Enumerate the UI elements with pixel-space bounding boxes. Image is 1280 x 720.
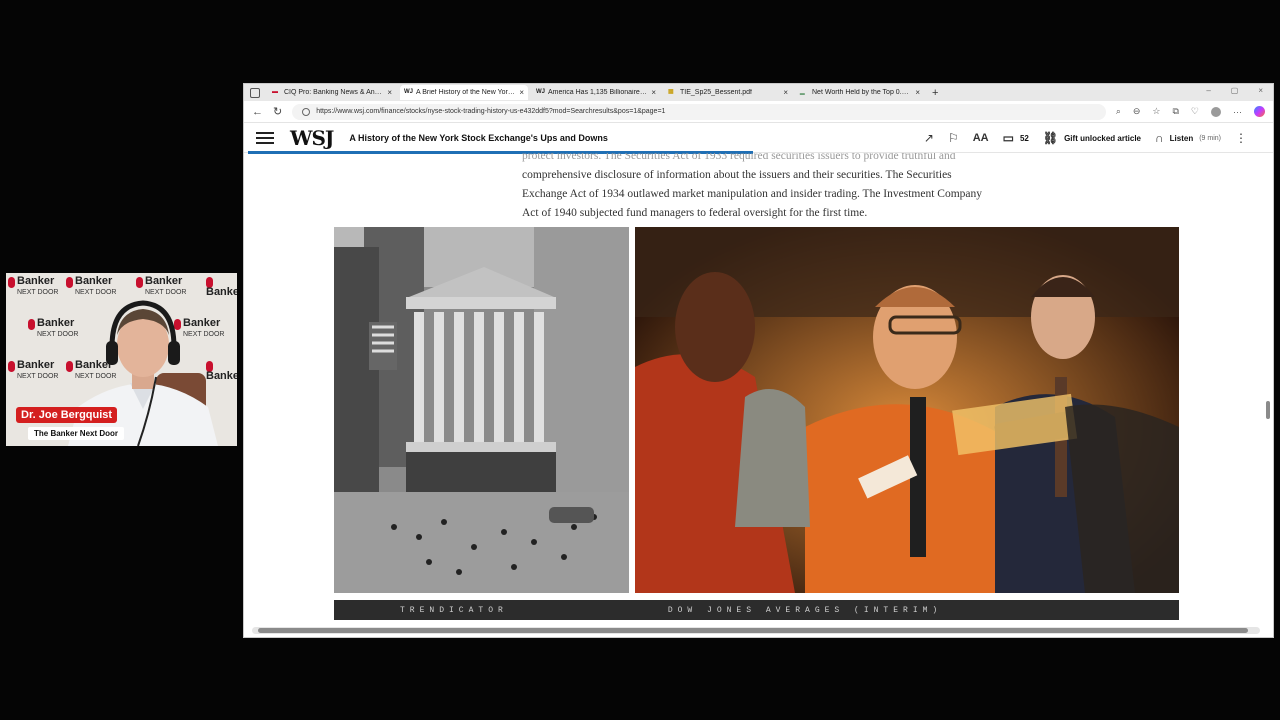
- wsj-favicon-icon: WJ: [404, 89, 413, 95]
- menu-hamburger-icon[interactable]: [256, 131, 274, 144]
- tab-wsj-billionaires[interactable]: WJ America Has 1,135 Billionaires. H ×: [532, 85, 660, 100]
- zoom-icon[interactable]: ⌕: [1116, 106, 1121, 117]
- vertical-scrollbar-thumb[interactable]: [1266, 401, 1270, 419]
- ciq-favicon-icon: ▬: [272, 89, 278, 95]
- headphones-icon: ∩: [1154, 131, 1164, 145]
- tab-title: Net Worth Held by the Top 0.1%: [812, 89, 912, 96]
- paragraph-text: comprehensive disclosure of information …: [522, 169, 982, 219]
- tab-ciq-pro[interactable]: ▬ CIQ Pro: Banking News & Analysis ×: [268, 85, 396, 100]
- tab-bessent-pdf[interactable]: ▦ TIE_Sp25_Bessent.pdf ×: [664, 85, 792, 100]
- more-options-icon[interactable]: ⋮: [1235, 131, 1247, 145]
- tab-wsj-nyse-history[interactable]: WJ A Brief History of the New York Stock…: [400, 85, 528, 100]
- article-actions: ↗ ⚐ AA ▭ 52 ⛓ Gift unlocked article ∩ Li…: [924, 123, 1247, 153]
- webcam-overlay: Banker NEXT DOOR Banker NEXT DOOR Banker NE…: [6, 273, 237, 446]
- backdrop-logo: Banker: [206, 277, 237, 298]
- tab-net-worth[interactable]: ▁ Net Worth Held by the Top 0.1% ×: [796, 85, 924, 100]
- comment-bubble-icon: ▭: [1002, 131, 1014, 145]
- backdrop-logo: Banker NEXT DOOR: [8, 360, 59, 381]
- listen-label: Listen: [1169, 133, 1194, 143]
- trendicator-label: TRENDICATOR: [400, 605, 508, 615]
- article-paragraph: protect investors. The Securities Act of…: [522, 153, 992, 223]
- wsj-article-header: WSJ A History of the New York Stock Exch…: [244, 123, 1273, 154]
- listen-duration: (9 min): [1199, 134, 1221, 142]
- gift-article-button[interactable]: ⛓ Gift unlocked article: [1043, 131, 1141, 145]
- horizontal-scrollbar[interactable]: [252, 627, 1260, 634]
- maximize-button[interactable]: ▢: [1231, 86, 1239, 95]
- tab-title: America Has 1,135 Billionaires. H: [548, 89, 648, 96]
- article-title: A History of the New York Stock Exchange…: [349, 132, 608, 143]
- tab-actions-icon[interactable]: [250, 87, 260, 98]
- reload-button[interactable]: ↻: [273, 105, 282, 118]
- wsj-logo[interactable]: WSJ: [290, 126, 334, 150]
- pdf-favicon-icon: ▦: [668, 89, 674, 95]
- comments-button[interactable]: ▭ 52: [1003, 131, 1029, 145]
- show-name-tag: The Banker Next Door: [28, 427, 125, 440]
- listen-button[interactable]: ∩ Listen (9 min): [1155, 131, 1221, 145]
- tab-title: CIQ Pro: Banking News & Analysis: [284, 89, 384, 96]
- backdrop-logo: Banker NEXT DOOR: [136, 276, 187, 297]
- site-info-icon[interactable]: [302, 107, 311, 116]
- back-button[interactable]: ←: [252, 106, 263, 118]
- desktop-stage: Banker NEXT DOOR Banker NEXT DOOR Banker NE…: [0, 0, 1280, 720]
- comments-count: 52: [1019, 133, 1029, 143]
- window-controls: – ▢ ×: [1206, 86, 1263, 95]
- close-tab-icon[interactable]: ×: [915, 88, 920, 97]
- partially-hidden-line: protect investors. The Securities Act of…: [522, 153, 956, 162]
- article-content: protect investors. The Securities Act of…: [244, 153, 1273, 633]
- text-size-icon[interactable]: AA: [973, 132, 989, 144]
- block-icon[interactable]: ⊖: [1133, 106, 1141, 117]
- nyse-building-photo: [334, 227, 629, 593]
- tab-strip: ▬ CIQ Pro: Banking News & Analysis × WJ …: [244, 84, 1273, 101]
- wsj-favicon-icon: WJ: [536, 89, 545, 95]
- presenter-name-tag: Dr. Joe Bergquist: [16, 407, 118, 423]
- minimize-button[interactable]: –: [1206, 86, 1210, 95]
- share-icon[interactable]: ↗: [924, 131, 934, 145]
- new-tab-button[interactable]: +: [932, 87, 938, 99]
- extensions-icon[interactable]: ⧉: [1172, 106, 1178, 117]
- address-bar[interactable]: https://www.wsj.com/finance/stocks/nyse-…: [292, 103, 1106, 120]
- more-menu-icon[interactable]: ···: [1233, 107, 1242, 117]
- horizontal-scrollbar-thumb[interactable]: [258, 628, 1248, 633]
- favorite-star-icon[interactable]: ☆: [1152, 106, 1160, 117]
- bookmark-icon[interactable]: ⚐: [948, 131, 959, 145]
- presenter-figure: [68, 300, 218, 446]
- dow-jones-label: DOW JONES AVERAGES (INTERIM): [667, 605, 943, 615]
- close-window-button[interactable]: ×: [1258, 86, 1263, 95]
- tab-title: A Brief History of the New York Stock: [416, 89, 515, 96]
- gift-label: Gift unlocked article: [1064, 133, 1141, 143]
- backdrop-logo: Banker NEXT DOOR: [8, 276, 59, 297]
- close-tab-icon[interactable]: ×: [783, 88, 788, 97]
- url-text: https://www.wsj.com/finance/stocks/nyse-…: [316, 108, 666, 115]
- close-tab-icon[interactable]: ×: [651, 88, 656, 97]
- address-toolbar: ← ↻ https://www.wsj.com/finance/stocks/n…: [244, 101, 1273, 123]
- chart-favicon-icon: ▁: [800, 89, 805, 95]
- copilot-icon[interactable]: [1254, 106, 1265, 117]
- link-icon: ⛓: [1042, 131, 1059, 145]
- browser-tools: ⌕ ⊖ ☆ ⧉ ♡ ···: [1116, 106, 1265, 117]
- browser-window: ▬ CIQ Pro: Banking News & Analysis × WJ …: [243, 83, 1274, 638]
- collections-icon[interactable]: ♡: [1191, 106, 1199, 117]
- backdrop-logo: Banker NEXT DOOR: [66, 276, 117, 297]
- profile-avatar[interactable]: [1211, 106, 1221, 117]
- close-tab-icon[interactable]: ×: [387, 88, 392, 97]
- tab-title: TIE_Sp25_Bessent.pdf: [680, 89, 752, 96]
- trendicator-banner: TRENDICATOR DOW JONES AVERAGES (INTERIM): [334, 600, 1179, 620]
- floor-traders-photo: [635, 227, 1179, 593]
- close-tab-icon[interactable]: ×: [519, 88, 524, 97]
